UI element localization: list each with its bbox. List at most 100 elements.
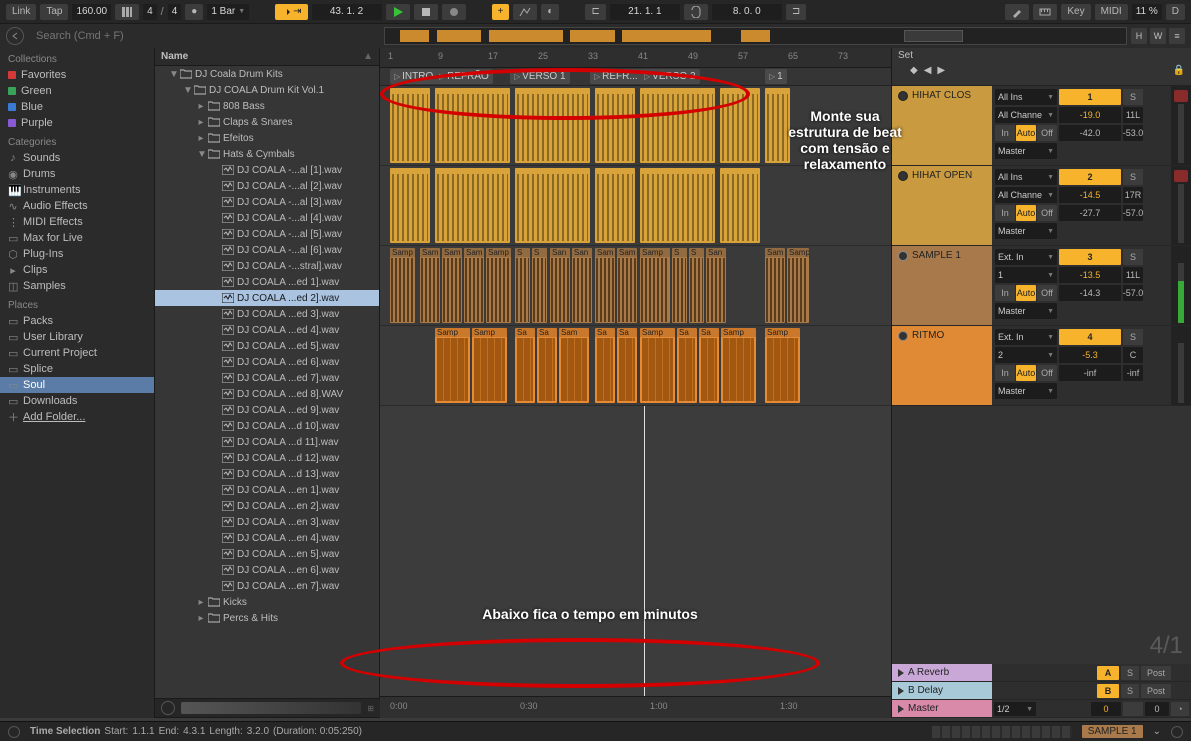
clip[interactable] (515, 168, 590, 243)
clip[interactable]: Sam (442, 248, 462, 323)
sig-num[interactable]: 4 (143, 4, 157, 20)
category-item[interactable]: ⋮MIDI Effects (0, 214, 154, 230)
clip[interactable]: San (572, 248, 592, 323)
output[interactable]: Master▼ (995, 303, 1057, 319)
file-item[interactable]: DJ COALA -...al [3].wav (155, 194, 379, 210)
clip[interactable]: Samp (472, 328, 507, 403)
clip[interactable]: Samp (486, 248, 511, 323)
clip[interactable]: Sa (595, 328, 615, 403)
clip[interactable]: S (672, 248, 687, 323)
marker-add-icon[interactable]: ◆ (910, 65, 918, 76)
midi-button[interactable]: MIDI (1095, 4, 1128, 20)
marker-prev-icon[interactable]: ◀ (924, 65, 932, 76)
track-lane[interactable]: SampSamSamSamSampSSSanSanSamSamSampSSSan… (380, 246, 891, 326)
return-post[interactable]: Post (1141, 666, 1171, 680)
folder-item[interactable]: ▸808 Bass (155, 98, 379, 114)
track-header[interactable]: SAMPLE 1 (892, 246, 992, 325)
clip[interactable]: Samp (765, 328, 800, 403)
locator[interactable]: ▷REFR... (590, 69, 642, 84)
file-item[interactable]: DJ COALA ...ed 5].wav (155, 338, 379, 354)
category-item[interactable]: ∿Audio Effects (0, 198, 154, 214)
file-item[interactable]: DJ COALA ...ed 6].wav (155, 354, 379, 370)
collection-item[interactable]: Purple (0, 115, 154, 131)
file-item[interactable]: DJ COALA ...en 3].wav (155, 514, 379, 530)
input-channel[interactable]: All Channe▼ (995, 107, 1057, 123)
tap-button[interactable]: Tap (40, 4, 68, 20)
file-item[interactable]: DJ COALA ...d 12].wav (155, 450, 379, 466)
clip[interactable] (435, 168, 510, 243)
place-item[interactable]: ▭User Library (0, 329, 154, 345)
folder-item[interactable]: ▼Hats & Cymbals (155, 146, 379, 162)
clip[interactable]: Samp (390, 248, 415, 323)
monitor-off[interactable]: Off (1037, 125, 1057, 141)
monitor-in[interactable]: In (995, 285, 1015, 301)
clip[interactable] (720, 88, 760, 163)
arm-button[interactable] (1174, 90, 1188, 102)
clip[interactable]: Sa (677, 328, 697, 403)
file-item[interactable]: DJ COALA -...al [4].wav (155, 210, 379, 226)
category-item[interactable]: ⬡Plug-Ins (0, 246, 154, 262)
clip[interactable]: S (532, 248, 547, 323)
collection-item[interactable]: Green (0, 83, 154, 99)
track-number[interactable]: 4 (1059, 329, 1121, 345)
category-item[interactable]: ♪Sounds (0, 150, 154, 166)
clip[interactable] (595, 88, 635, 163)
track-pan[interactable]: 17R (1123, 187, 1143, 203)
clip[interactable]: Samp (787, 248, 809, 323)
time-ruler[interactable]: 0:000:301:001:30 (380, 696, 891, 718)
master-header[interactable]: Master (892, 700, 992, 717)
arrangement-overview[interactable] (384, 27, 1127, 45)
clip[interactable]: San (550, 248, 570, 323)
bar-ruler[interactable]: 191725334149576573 (380, 48, 891, 68)
draw-icon[interactable] (1005, 4, 1029, 20)
file-item[interactable]: DJ COALA ...en 2].wav (155, 498, 379, 514)
file-item[interactable]: DJ COALA ...d 11].wav (155, 434, 379, 450)
file-item[interactable]: DJ COALA ...en 7].wav (155, 578, 379, 594)
clip[interactable] (640, 168, 715, 243)
file-item[interactable]: DJ COALA -...al [5].wav (155, 226, 379, 242)
track-lane[interactable] (380, 86, 891, 166)
menu-icon[interactable]: ≡ (1169, 28, 1185, 44)
solo-button[interactable]: S (1123, 329, 1143, 345)
monitor-auto[interactable]: Auto (1016, 285, 1036, 301)
status-clipname[interactable]: SAMPLE 1 (1082, 725, 1143, 738)
track-header[interactable]: HIHAT OPEN (892, 166, 992, 245)
master-out[interactable]: 1/2▼ (994, 702, 1036, 716)
file-item[interactable]: DJ COALA -...al [2].wav (155, 178, 379, 194)
clip[interactable]: Sam (617, 248, 637, 323)
capture-icon[interactable]: ◐ (541, 4, 559, 20)
clip[interactable]: Sam (595, 248, 615, 323)
category-item[interactable]: ◫Samples (0, 278, 154, 294)
return-solo[interactable]: S (1121, 684, 1139, 698)
file-item[interactable]: DJ COALA ...ed 2].wav (155, 290, 379, 306)
category-item[interactable]: ◉Drums (0, 166, 154, 182)
record-button[interactable] (442, 4, 466, 20)
file-item[interactable]: DJ COALA ...ed 8].WAV (155, 386, 379, 402)
track-volume[interactable]: -13.5 (1059, 267, 1121, 283)
track-volume[interactable]: -5.3 (1059, 347, 1121, 363)
clip[interactable] (435, 88, 510, 163)
preview-raw-icon[interactable]: ⊞ (367, 704, 374, 713)
track-activator-icon[interactable] (898, 251, 908, 261)
solo-button[interactable]: S (1123, 169, 1143, 185)
track-activator-icon[interactable] (898, 171, 908, 181)
place-item[interactable]: ▭Current Project (0, 345, 154, 361)
return-letter[interactable]: B (1097, 684, 1119, 698)
track-number[interactable]: 1 (1059, 89, 1121, 105)
position-field[interactable]: 43. 1. 2 (312, 4, 382, 20)
output[interactable]: Master▼ (995, 223, 1057, 239)
collection-item[interactable]: Blue (0, 99, 154, 115)
locator[interactable]: ▷REFRÃO (435, 69, 493, 84)
file-item[interactable]: DJ COALA ...en 5].wav (155, 546, 379, 562)
input-channel[interactable]: 1▼ (995, 267, 1057, 283)
master-vol[interactable]: 0 (1091, 702, 1121, 716)
locator[interactable]: ▷VERSO 2 (640, 69, 700, 84)
quantize[interactable]: 1 Bar ▼ (207, 4, 249, 20)
file-item[interactable]: DJ COALA -...al [6].wav (155, 242, 379, 258)
clip[interactable]: Sa (537, 328, 557, 403)
clip[interactable]: Samp (721, 328, 756, 403)
collapse-browser-icon[interactable] (6, 27, 24, 45)
file-item[interactable]: DJ COALA -...al [1].wav (155, 162, 379, 178)
collection-item[interactable]: Favorites (0, 67, 154, 83)
width-button[interactable]: W (1150, 28, 1166, 44)
